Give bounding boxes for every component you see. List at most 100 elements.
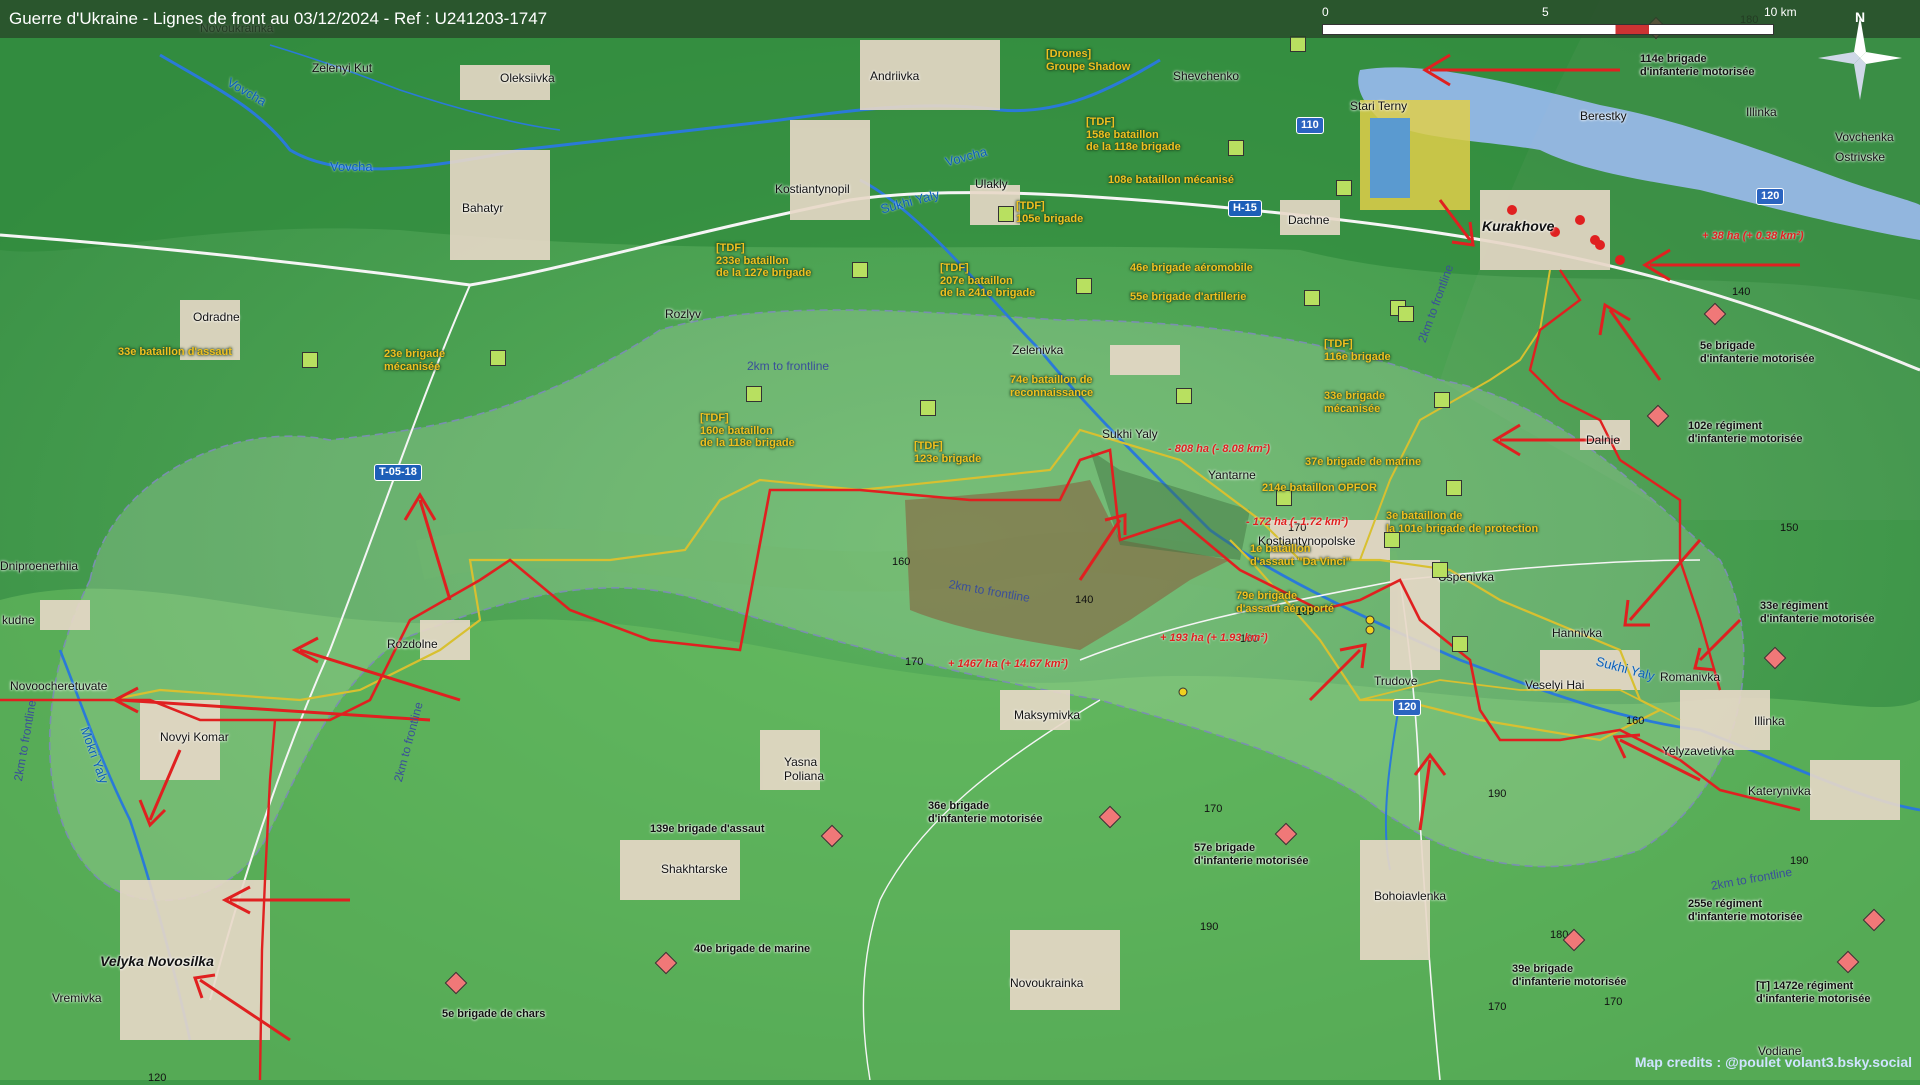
town-label-sukhi-yaly: Sukhi Yaly [1102,428,1158,442]
ru-unit-icon-1[interactable] [1704,303,1727,326]
ru-unit-label-8: 5e brigade de chars [442,1008,545,1021]
ua-unit-icon-8[interactable] [302,352,318,368]
buffer-label-2: 2km to frontline [12,699,40,782]
ua-unit-label-16: 214e bataillon OPFOR [1262,482,1377,495]
ua-unit-label-15: 37e brigade de marine [1305,456,1421,469]
ua-unit-icon-17[interactable] [1384,532,1400,548]
town-label-novoukrainka-s: Novoukrainka [1010,977,1083,991]
elevation-label-3: 140 [1075,594,1093,607]
town-label-ostrivske: Ostrivske [1835,151,1885,165]
ua-unit-label-3: [TDF] 105e brigade [1016,200,1083,225]
ua-unit-label-7: 55e brigade d'artillerie [1130,291,1246,304]
scale-bar-graphic [1322,24,1774,35]
ua-unit-label-19: 79e brigade d'assaut aéroporté [1236,590,1334,615]
ua-unit-label-12: 33e brigade mécanisée [1324,390,1385,415]
elevation-label-16: 120 [148,1072,166,1085]
ua-unit-label-5: [TDF] 207e bataillon de la 241e brigade [940,262,1035,300]
ua-unit-icon-9[interactable] [490,350,506,366]
ru-unit-icon-3[interactable] [1764,647,1787,670]
town-label-trudove: Trudove [1374,675,1418,689]
river-label-0: Vovcha [224,75,268,109]
road-shield-3: 120 [1756,188,1784,205]
elevation-label-10: 170 [1204,803,1222,816]
scale-bar: 0 5 10 km [1322,4,1772,36]
town-label-rozlyv: Rozlyv [665,308,701,322]
area-change-label-3: + 193 ha (+ 1.93 km²) [1160,632,1268,645]
ua-unit-icon-1[interactable] [1228,140,1244,156]
ua-unit-icon-19[interactable] [1452,636,1468,652]
ru-unit-icon-2[interactable] [1647,405,1670,428]
ua-unit-icon-12[interactable] [1434,392,1450,408]
ua-unit-label-2: 108e bataillon mécanisé [1108,174,1234,187]
ua-unit-label-9: 23e brigade mécanisée [384,348,445,373]
scale-tick-0: 0 [1322,5,1329,19]
elevation-label-15: 190 [1200,921,1218,934]
river-label-1: Vovcha [330,160,373,175]
ua-unit-label-18: 1e bataillon d'assaut "Da Vinci" [1250,543,1351,568]
ua-unit-icon-5[interactable] [1076,278,1092,294]
area-change-label-2: - 172 ha (- 1.72 km²) [1246,516,1348,529]
town-label-dalnie: Dalnie [1586,434,1620,448]
town-label-romanivka: Romanivka [1660,671,1720,685]
elevation-label-1: 140 [1732,286,1750,299]
town-label-kurakhove: Kurakhove [1482,218,1554,234]
ru-unit-label-11: [T] 1472e régiment d'infanterie motorisé… [1756,980,1870,1005]
ru-unit-label-1: 5e brigade d'infanterie motorisée [1700,340,1814,365]
buffer-label-3: 2km to frontline [392,701,427,784]
ua-unit-icon-13[interactable] [746,386,762,402]
road-shield-2: 110 [1296,117,1324,134]
scale-tick-10: 10 km [1764,5,1797,19]
ua-unit-label-14: [TDF] 123e brigade [914,440,981,465]
ua-unit-icon-14[interactable] [920,400,936,416]
ru-unit-label-4: 36e brigade d'infanterie motorisée [928,800,1042,825]
ua-unit-label-1: [TDF] 158e bataillon de la 118e brigade [1086,116,1181,154]
ru-unit-icon-4[interactable] [1099,806,1122,829]
title-bar: Guerre d'Ukraine - Lignes de front au 03… [0,0,1920,38]
ua-unit-icon-0[interactable] [1290,36,1306,52]
elevation-label-17: 190 [1790,855,1808,868]
town-label-bohoiavlenka: Bohoiavlenka [1374,890,1446,904]
ua-unit-icon-18[interactable] [1432,562,1448,578]
ua-unit-label-4: [TDF] 233e bataillon de la 127e brigade [716,242,811,280]
buffer-label-5: 2km to frontline [1416,263,1457,345]
area-change-label-4: + 38 ha (+ 0.38 km²) [1702,230,1804,243]
ru-unit-label-3: 33e régiment d'infanterie motorisée [1760,600,1874,625]
town-label-dachne: Dachne [1288,214,1329,228]
river-label-5: Mokri Yaly [77,725,111,786]
elevation-label-12: 170 [1604,996,1622,1009]
ru-unit-icon-9[interactable] [1863,909,1886,932]
area-change-label-0: + 1467 ha (+ 14.67 km²) [948,658,1068,671]
ua-unit-icon-4[interactable] [852,262,868,278]
map-title: Guerre d'Ukraine - Lignes de front au 03… [9,9,547,29]
town-label-oleksiivka: Oleksiivka [500,72,555,86]
ru-unit-icon-7[interactable] [655,952,678,975]
ua-unit-icon-10[interactable] [1398,306,1414,322]
town-label-yantarne: Yantarne [1208,469,1256,483]
town-label-vremivka: Vremivka [52,992,102,1006]
ua-unit-label-17: 3e bataillon de la 101e brigade de prote… [1386,510,1538,535]
buffer-label-4: 2km to frontline [1710,866,1793,894]
town-label-illinka-e: Illinka [1754,715,1785,729]
town-label-andriivka: Andriivka [870,70,919,84]
ru-unit-icon-11[interactable] [1837,951,1860,974]
ua-unit-icon-6[interactable] [1304,290,1320,306]
town-label-novyi-komar: Novyi Komar [160,731,229,745]
elevation-label-13: 170 [1488,1001,1506,1014]
town-label-katerynivka: Katerynivka [1748,785,1811,799]
ru-unit-icon-8[interactable] [445,972,468,995]
ru-unit-icon-5[interactable] [821,825,844,848]
ru-unit-label-6: 57e brigade d'infanterie motorisée [1194,842,1308,867]
elevation-label-9: 160 [1626,715,1644,728]
ru-unit-label-0: 114e brigade d'infanterie motorisée [1640,53,1754,78]
ua-unit-icon-16[interactable] [1446,480,1462,496]
ru-unit-label-9: 255e régiment d'infanterie motorisée [1688,898,1802,923]
buffer-label-1: 2km to frontline [948,578,1031,606]
ua-unit-icon-3[interactable] [998,206,1014,222]
town-label-rozdolne: Rozdolne [387,638,438,652]
ua-unit-icon-2[interactable] [1336,180,1352,196]
map-labels: NovoukrainkaZelenyi KutOleksiivkaAndriiv… [0,0,1920,1080]
town-label-dniproenerhiia: Dniproenerhiia [0,560,78,574]
ua-unit-icon-11[interactable] [1176,388,1192,404]
river-label-3: Sukhi Yaly [879,187,941,217]
elevation-label-4: 170 [905,656,923,669]
